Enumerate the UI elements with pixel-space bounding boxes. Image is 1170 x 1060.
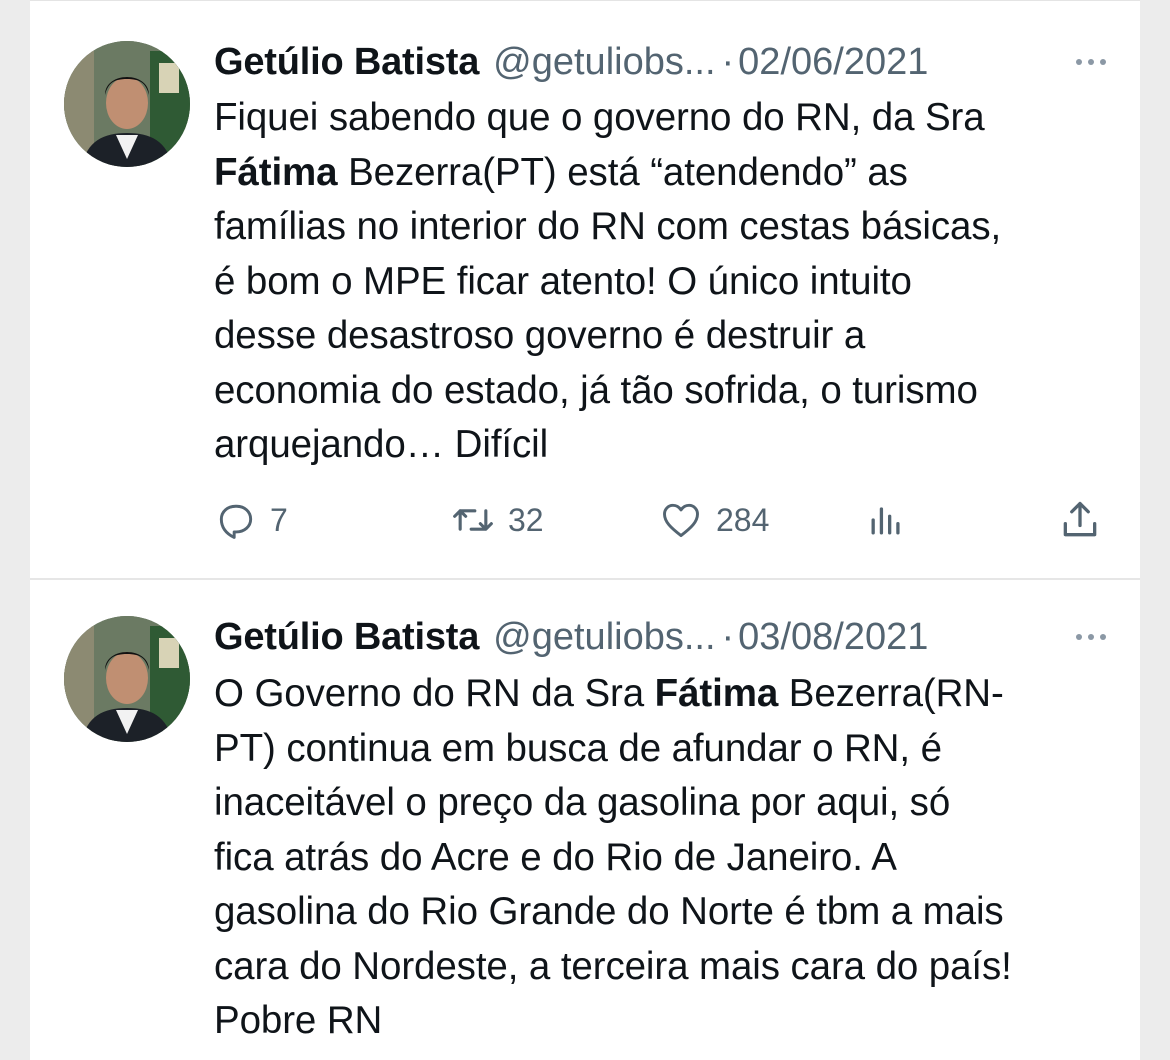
text-line: Fátima Bezerra(PT) está “atendendo” as (214, 150, 908, 194)
tweet-2[interactable]: Getúlio Batista @getuliobs... · 03/08/20… (30, 578, 1140, 1060)
share-button[interactable] (1058, 495, 1102, 545)
tweet-text: O Governo do RN da Sra Fátima Bezerra(RN… (214, 667, 1114, 1049)
text-line: economia do estado, já tão sofrida, o tu… (214, 368, 978, 412)
views-icon (871, 507, 900, 535)
text-line: fica atrás do Acre e do Rio de Janeiro. … (214, 835, 897, 879)
tweet-text: Fiquei sabendo que o governo do RN, da S… (214, 91, 1114, 473)
author-name[interactable]: Getúlio Batista (214, 41, 479, 84)
text-line: Fiquei sabendo que o governo do RN, da S… (214, 96, 985, 139)
tweet-actions: 7 32 284 (214, 495, 1102, 545)
timeline-feed: Getúlio Batista @getuliobs... · 02/06/20… (30, 0, 1140, 1060)
author-handle[interactable]: @getuliobs... (493, 41, 715, 84)
like-button[interactable]: 284 (658, 495, 769, 545)
author-handle[interactable]: @getuliobs... (493, 616, 715, 659)
share-icon (1063, 501, 1097, 537)
tweet-1[interactable]: Getúlio Batista @getuliobs... · 02/06/20… (30, 0, 1140, 579)
reply-icon (219, 504, 253, 539)
more-icon[interactable] (1070, 51, 1112, 73)
text-line: PT) continua em busca de afundar o RN, é (214, 726, 942, 770)
avatar-photo (64, 616, 190, 742)
avatar[interactable] (64, 616, 190, 742)
text-line: famílias no interior do RN com cestas bá… (214, 205, 1002, 248)
reply-count: 7 (270, 501, 288, 538)
heart-icon (663, 503, 699, 538)
text-line: arquejando… Difícil (214, 423, 549, 466)
bold-name: Fátima (654, 672, 779, 715)
text-line: inaceitável o preço da gasolina por aqui… (214, 781, 951, 824)
tweet-date[interactable]: 02/06/2021 (738, 41, 928, 84)
reply-button[interactable]: 7 (214, 495, 288, 545)
tweet-date[interactable]: 03/08/2021 (738, 616, 928, 659)
text-line: O Governo do RN da Sra Fátima Bezerra(RN… (214, 672, 1004, 715)
separator-dot: · (721, 615, 735, 658)
author-name[interactable]: Getúlio Batista (214, 616, 479, 659)
text-line: gasolina do Rio Grande do Norte é tbm a … (214, 890, 1004, 933)
tweet-header: Getúlio Batista @getuliobs... · 03/08/20… (214, 612, 1112, 662)
retweet-icon (453, 509, 493, 531)
text-line: desse desastroso governo é destruir a (214, 314, 866, 357)
avatar-photo (64, 41, 190, 167)
text-line: é bom o MPE ficar atento! O único intuit… (214, 259, 912, 303)
avatar[interactable] (64, 41, 190, 167)
tweet-header: Getúlio Batista @getuliobs... · 02/06/20… (214, 37, 1112, 87)
views-button[interactable] (864, 495, 908, 545)
separator-dot: · (721, 40, 735, 83)
text-line: Pobre RN (214, 999, 383, 1042)
retweet-button[interactable]: 32 (450, 495, 544, 545)
bold-name: Fátima (214, 150, 338, 194)
text-line: cara do Nordeste, a terceira mais cara d… (214, 944, 1012, 988)
more-icon[interactable] (1070, 626, 1112, 648)
like-count: 284 (716, 501, 770, 538)
retweet-count: 32 (508, 501, 544, 538)
